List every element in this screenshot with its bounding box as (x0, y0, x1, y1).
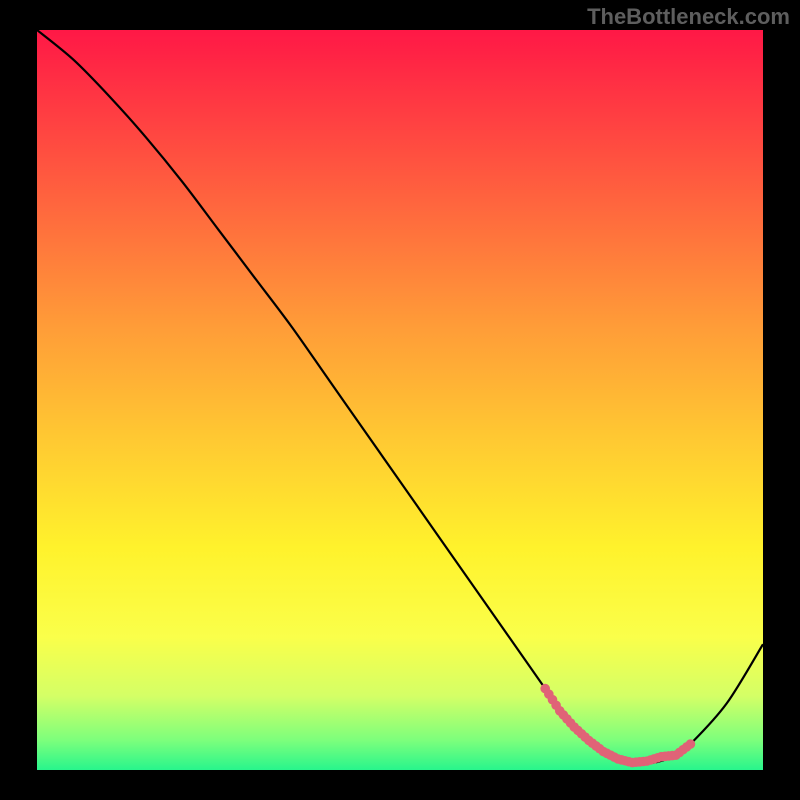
attribution-text: TheBottleneck.com (587, 4, 790, 30)
chart-svg (37, 30, 763, 770)
highlight-dot (686, 739, 696, 749)
gradient-background (37, 30, 763, 770)
plot-area (37, 30, 763, 770)
chart-container: TheBottleneck.com (0, 0, 800, 800)
